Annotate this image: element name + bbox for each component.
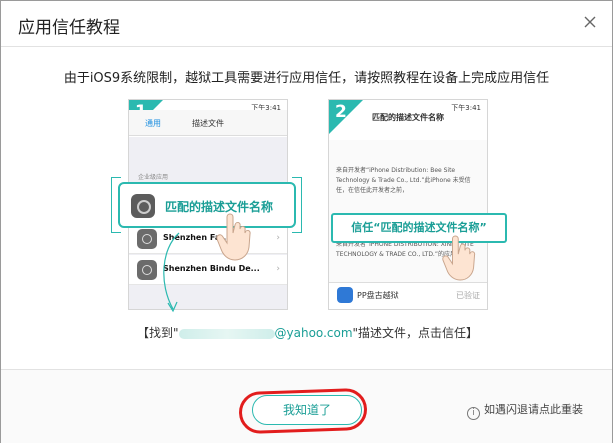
find-prefix: 【找到" [137, 326, 179, 340]
find-instruction: 【找到" @yahoo.com"描述文件，点击信任】 [137, 324, 478, 341]
section-label: 企业级应用 [138, 174, 169, 181]
gear-icon [131, 194, 155, 218]
info-icon: i [467, 407, 480, 420]
blurred-email [178, 328, 275, 339]
developer-description: 来自开发者“iPhone Distribution: Bee Site Tech… [336, 167, 471, 194]
find-suffix: "描述文件，点击信任】 [352, 326, 479, 340]
title-bar: 应用信任教程 [1, 1, 612, 47]
profile-name-callout: 匹配的描述文件名称 [118, 182, 296, 228]
email-domain: @yahoo.com [274, 326, 353, 340]
dialog-footer: 我知道了 i 如遇闪退请点此重装 [1, 369, 612, 443]
chevron-right-icon: › [276, 264, 280, 274]
instruction-text: 由于iOS9系统限制，越狱工具需要进行应用信任，请按照教程在设备上完成应用信任 [63, 71, 550, 86]
trust-tutorial-dialog: 应用信任教程 由于iOS9系统限制，越狱工具需要进行应用信任，请按照教程在设备上… [0, 0, 613, 443]
app-status: 已验证 [456, 291, 480, 300]
nav-title: 匹配的描述文件名称 [372, 113, 444, 122]
reinstall-link[interactable]: i 如遇闪退请点此重装 [467, 401, 583, 420]
chevron-right-icon: › [276, 233, 280, 243]
hand-pointer-icon [216, 213, 251, 261]
close-icon[interactable] [582, 14, 598, 30]
red-highlight-circle [238, 387, 368, 435]
app-name: PP盘古越狱 [357, 291, 399, 300]
swipe-arrow-icon [163, 232, 180, 313]
dialog-title: 应用信任教程 [18, 18, 120, 38]
nav-bar: 通用 描述文件 [129, 110, 287, 136]
hand-pointer-icon [442, 235, 476, 281]
reinstall-text: 如遇闪退请点此重装 [484, 403, 583, 416]
pp-app-icon [337, 287, 353, 303]
app-row: PP盘古越狱 已验证 [329, 282, 487, 308]
nav-title: 描述文件 [192, 119, 224, 128]
